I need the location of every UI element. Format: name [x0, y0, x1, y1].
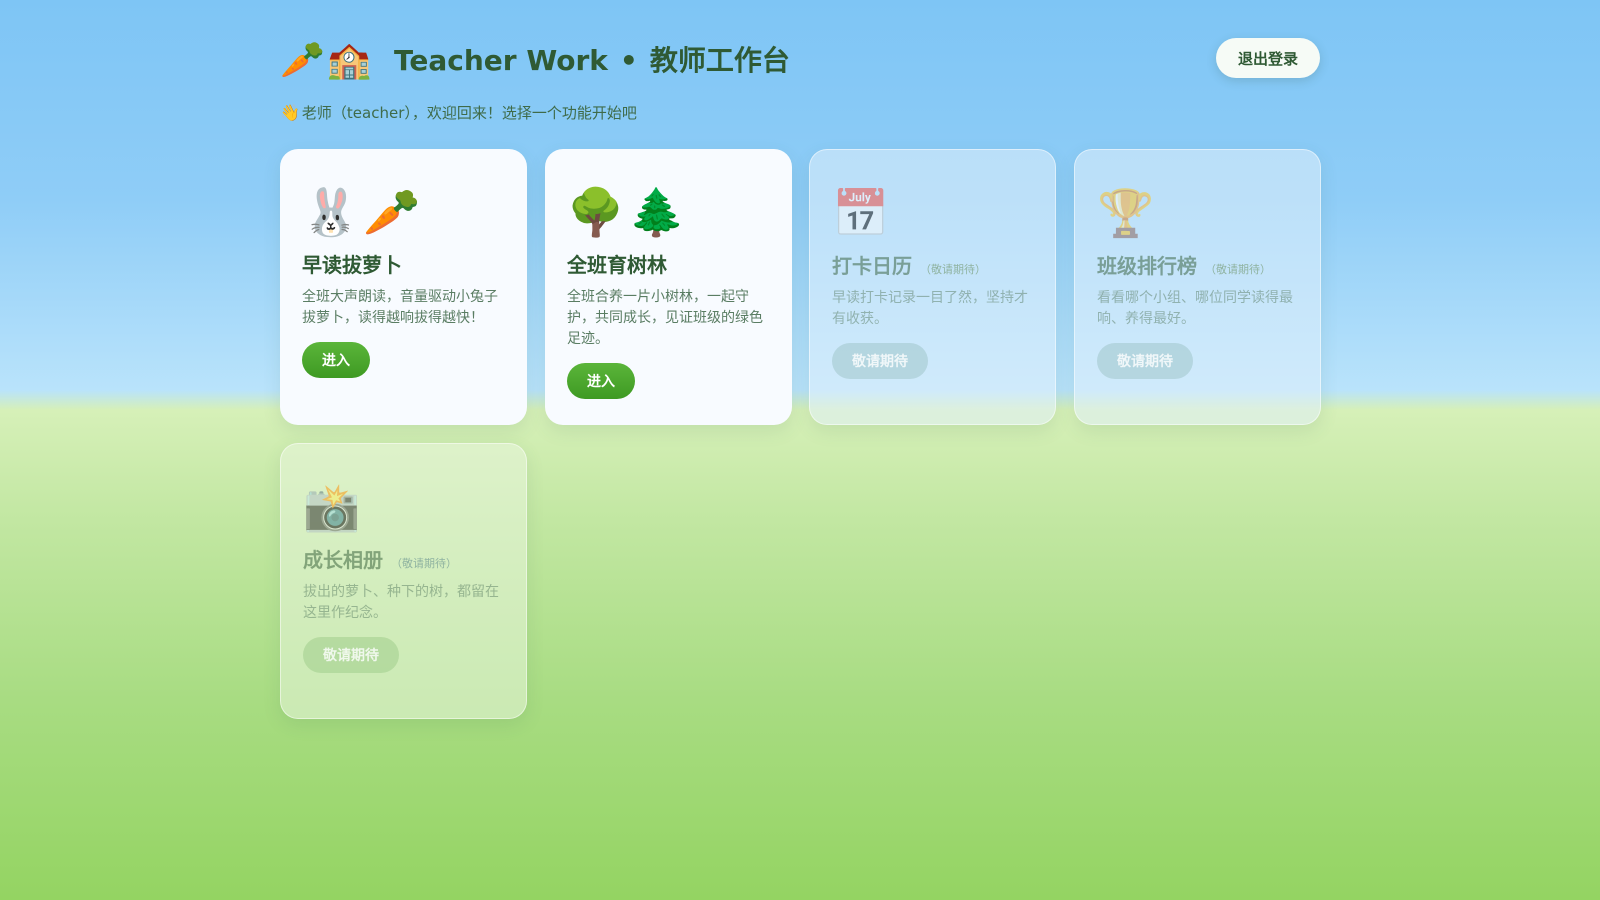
card-description: 看看哪个小组、哪位同学读得最响、养得最好。 — [1097, 290, 1293, 327]
tree-icon: 🌳🌲 — [567, 185, 690, 239]
rabbit-carrot-icon: 🐰🥕 — [302, 185, 425, 239]
welcome-text: 老师（teacher），欢迎回来！选择一个功能开始吧 — [301, 104, 637, 122]
card-title: 班级排行榜 （敬请期待） — [1097, 254, 1271, 278]
coming-soon-tag: （敬请期待） — [920, 263, 986, 276]
feature-card-checkin-calendar: 📅 打卡日历 （敬请期待） 早读打卡记录一目了然，坚持才有收获。 敬请期待 — [809, 149, 1056, 425]
title-en: Teacher Work — [394, 44, 608, 77]
card-description: 全班合养一片小树林，一起守护，共同成长，见证班级的绿色足迹。 — [567, 289, 763, 347]
trophy-icon: 🏆 — [1097, 186, 1159, 240]
enter-button[interactable]: 进入 — [567, 363, 635, 399]
card-description: 早读打卡记录一目了然，坚持才有收获。 — [832, 290, 1028, 327]
feature-card-read-carrot[interactable]: 🐰🥕 早读拔萝卜 全班大声朗读，音量驱动小兔子拔萝卜，读得越响拔得越快！ 进入 — [280, 149, 527, 425]
title-separator: • — [619, 44, 638, 77]
coming-soon-tag: （敬请期待） — [1205, 263, 1271, 276]
header: 🥕🏫 Teacher Work • 教师工作台 退出登录 — [280, 38, 1320, 84]
card-description: 拔出的萝卜、种下的树，都留在这里作纪念。 — [303, 584, 499, 621]
coming-soon-button: 敬请期待 — [832, 343, 928, 379]
card-title: 打卡日历 （敬请期待） — [832, 254, 986, 278]
coming-soon-button: 敬请期待 — [303, 637, 399, 673]
card-description: 全班大声朗读，音量驱动小兔子拔萝卜，读得越响拔得越快！ — [302, 289, 498, 326]
welcome-message: 👋 老师（teacher），欢迎回来！选择一个功能开始吧 — [280, 102, 637, 123]
page-title: Teacher Work • 教师工作台 — [394, 38, 790, 84]
enter-button[interactable]: 进入 — [302, 342, 370, 378]
card-title: 早读拔萝卜 — [302, 253, 402, 277]
card-title: 全班育树林 — [567, 253, 667, 277]
card-title: 成长相册 （敬请期待） — [303, 548, 457, 572]
feature-card-class-forest[interactable]: 🌳🌲 全班育树林 全班合养一片小树林，一起守护，共同成长，见证班级的绿色足迹。 … — [545, 149, 792, 425]
coming-soon-button: 敬请期待 — [1097, 343, 1193, 379]
feature-card-class-leaderboard: 🏆 班级排行榜 （敬请期待） 看看哪个小组、哪位同学读得最响、养得最好。 敬请期待 — [1074, 149, 1321, 425]
wave-icon: 👋 — [280, 103, 300, 122]
logo-icon: 🥕🏫 — [280, 40, 374, 81]
title-cn: 教师工作台 — [649, 44, 790, 77]
feature-card-growth-album: 📸 成长相册 （敬请期待） 拔出的萝卜、种下的树，都留在这里作纪念。 敬请期待 — [280, 443, 527, 719]
logout-button[interactable]: 退出登录 — [1216, 38, 1320, 78]
camera-icon: 📸 — [303, 480, 365, 534]
calendar-icon: 📅 — [832, 186, 894, 240]
coming-soon-tag: （敬请期待） — [391, 557, 457, 570]
